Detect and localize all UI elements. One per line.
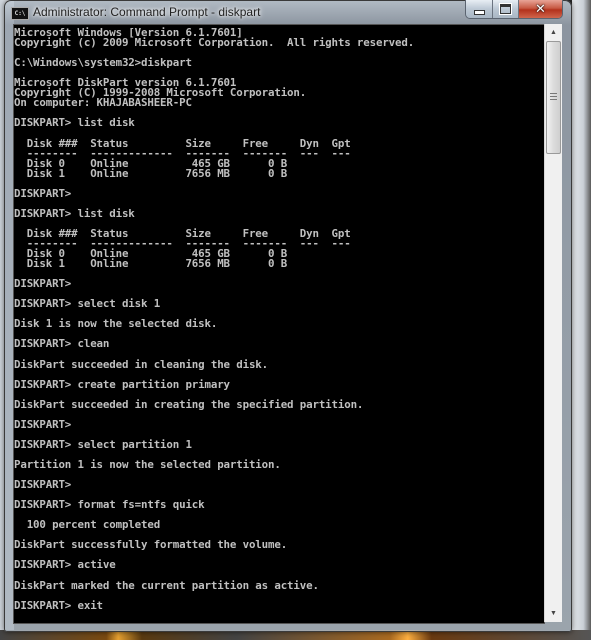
console-line: On computer: KHAJABASHEER-PC — [14, 96, 192, 110]
console-line: DISKPART> select partition 1 — [14, 437, 192, 451]
console-text: Microsoft Windows [Version 6.1.7601] Copy… — [14, 25, 544, 611]
console-line: Partition 1 is now the selected partitio… — [14, 458, 281, 472]
minimize-button[interactable] — [466, 0, 493, 18]
scroll-down-button[interactable]: ▼ — [545, 605, 562, 622]
console-line: C:\Windows\system32>diskpart — [14, 56, 192, 70]
console-line: DISKPART> — [14, 277, 72, 291]
console-line: 100 percent completed — [14, 518, 161, 532]
console-line: DISKPART> select disk 1 — [14, 297, 161, 311]
arrow-down-icon: ▼ — [550, 610, 557, 617]
console-line: DISKPART> list disk — [14, 116, 135, 130]
console-line: DISKPART> clean — [14, 337, 110, 351]
console-line: DISKPART> exit — [14, 598, 103, 612]
scrollbar-thumb[interactable] — [546, 41, 561, 154]
console-line: DISKPART> — [14, 186, 72, 200]
console-line: DiskPart successfully formatted the volu… — [14, 538, 288, 552]
maximize-icon — [500, 4, 511, 14]
console-line: DISKPART> format fs=ntfs quick — [14, 498, 205, 512]
cmd-app-icon[interactable]: C:\ — [11, 7, 29, 20]
console-line: Disk 1 Online 7656 MB 0 B — [14, 166, 288, 180]
console-line: Copyright (c) 2009 Microsoft Corporation… — [14, 36, 415, 50]
console-line: DiskPart marked the current partition as… — [14, 578, 319, 592]
close-icon: ✕ — [535, 1, 546, 17]
console-line: DISKPART> create partition primary — [14, 377, 230, 391]
vertical-scrollbar[interactable]: ▲ ▼ — [544, 24, 562, 622]
console-line: DISKPART> active — [14, 558, 116, 572]
grip-icon — [550, 93, 557, 101]
console-line: Disk 1 Online 7656 MB 0 B — [14, 257, 288, 271]
minimize-icon — [473, 9, 485, 15]
console-line: DISKPART> list disk — [14, 206, 135, 220]
background-window-right — [572, 0, 591, 640]
window-title: Administrator: Command Prompt - diskpart — [33, 5, 261, 19]
maximize-button[interactable] — [493, 0, 519, 18]
console-line: DiskPart succeeded in cleaning the disk. — [14, 357, 269, 371]
command-prompt-window: C:\ Administrator: Command Prompt - disk… — [4, 0, 572, 632]
console-line: DISKPART> — [14, 417, 72, 431]
caption-buttons: ✕ — [465, 0, 563, 19]
console-line: Disk 1 is now the selected disk. — [14, 317, 218, 331]
console-line: DISKPART> — [14, 478, 72, 492]
console-output[interactable]: Microsoft Windows [Version 6.1.7601] Copy… — [13, 24, 545, 624]
scroll-up-button[interactable]: ▲ — [545, 24, 562, 41]
arrow-up-icon: ▲ — [550, 29, 557, 36]
close-button[interactable]: ✕ — [519, 0, 562, 18]
console-line: DiskPart succeeded in creating the speci… — [14, 397, 364, 411]
title-bar[interactable]: C:\ Administrator: Command Prompt - disk… — [4, 0, 572, 24]
